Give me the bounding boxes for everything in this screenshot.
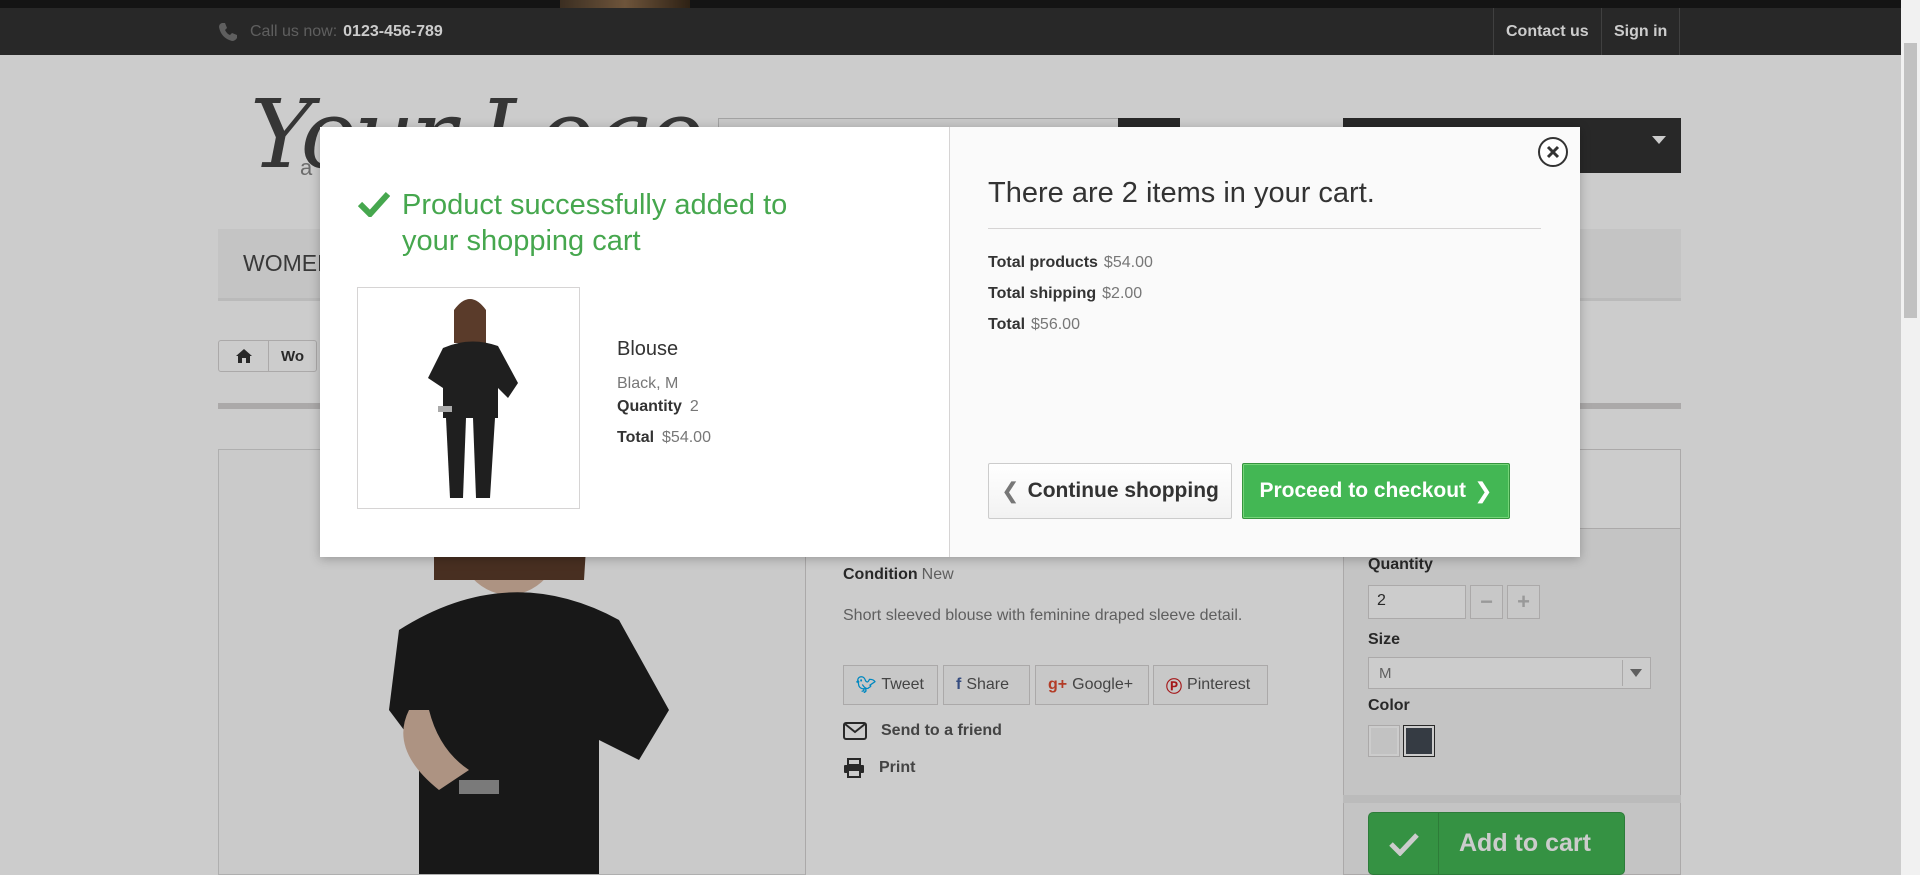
- total-products: Total products $54.00: [988, 254, 1153, 272]
- close-icon[interactable]: [1538, 137, 1568, 167]
- product-name: Blouse: [617, 338, 679, 360]
- success-message: Product successfully added to your shopp…: [358, 187, 802, 259]
- product-thumbnail: [357, 287, 580, 509]
- continue-shopping-button[interactable]: ❮ Continue shopping: [988, 463, 1232, 519]
- product-thumbnail-photo: [358, 288, 579, 508]
- success-text: Product successfully added to your shopp…: [402, 189, 788, 257]
- product-quantity-label: Quantity: [617, 398, 682, 415]
- check-icon: [358, 191, 390, 217]
- product-attributes: Black, M: [617, 375, 679, 392]
- product-quantity: Quantity 2: [617, 398, 699, 416]
- chevron-left-icon: ❮: [1001, 478, 1020, 503]
- proceed-to-checkout-label: Proceed to checkout: [1259, 479, 1467, 502]
- total-shipping-value: $2.00: [1102, 285, 1143, 302]
- total-shipping-label: Total shipping: [988, 285, 1097, 302]
- proceed-to-checkout-button[interactable]: Proceed to checkout ❯: [1242, 463, 1510, 519]
- chevron-right-icon: ❯: [1474, 478, 1493, 503]
- modal-product-panel: Product successfully added to your shopp…: [320, 127, 950, 557]
- cart-modal: Product successfully added to your shopp…: [320, 127, 1580, 557]
- total-products-value: $54.00: [1103, 254, 1153, 271]
- product-quantity-value: 2: [689, 398, 699, 415]
- modal-cart-panel: There are 2 items in your cart. Total pr…: [950, 127, 1580, 557]
- continue-shopping-label: Continue shopping: [1027, 479, 1219, 502]
- cart-total-value: $56.00: [1031, 316, 1080, 333]
- cart-total-label: Total: [988, 316, 1026, 333]
- product-total-value: $54.00: [662, 429, 711, 446]
- cart-total: Total $56.00: [988, 316, 1080, 334]
- scrollbar-thumb[interactable]: [1904, 43, 1917, 318]
- product-total: Total $54.00: [617, 429, 711, 447]
- cart-divider: [988, 228, 1541, 229]
- product-total-label: Total: [617, 429, 655, 446]
- total-products-label: Total products: [988, 254, 1098, 271]
- total-shipping: Total shipping $2.00: [988, 285, 1142, 303]
- cart-items-title: There are 2 items in your cart.: [988, 177, 1375, 209]
